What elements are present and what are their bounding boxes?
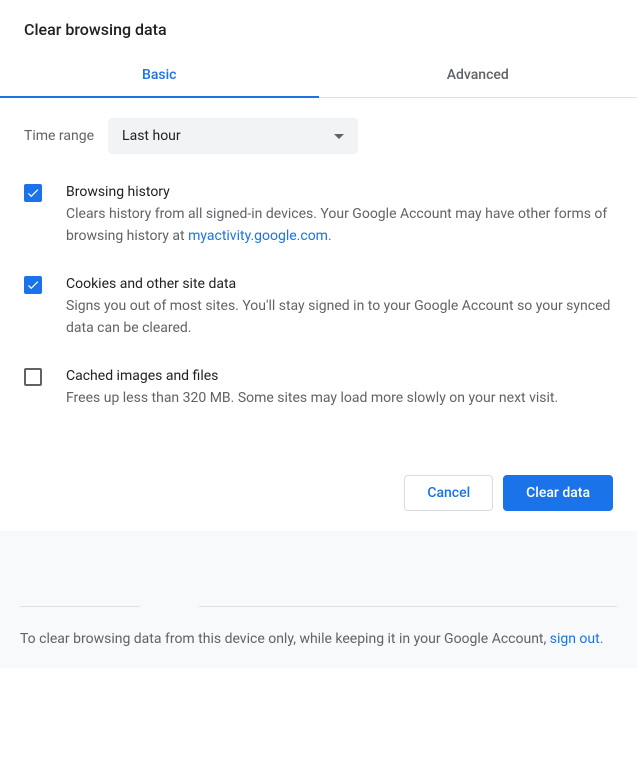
clear-browsing-data-dialog: Clear browsing data Basic Advanced Time … [0,0,637,668]
option-title: Cached images and files [66,366,613,387]
dialog-title: Clear browsing data [0,0,637,53]
option-description: Clears history from all signed-in device… [66,203,613,248]
option-cookies: Cookies and other site data Signs you ou… [24,274,613,340]
checkbox-browsing-history[interactable] [24,184,42,202]
time-range-row: Time range Last hour [24,118,613,154]
footer-text: To clear browsing data from this device … [20,628,617,650]
option-title: Browsing history [66,182,613,203]
clear-data-button[interactable]: Clear data [503,475,613,511]
footer-divider [20,606,617,607]
time-range-selected-value: Last hour [122,128,181,144]
sign-out-link[interactable]: sign out [550,631,600,647]
checkbox-cached[interactable] [24,368,42,386]
time-range-select[interactable]: Last hour [108,118,358,154]
time-range-label: Time range [24,128,94,144]
option-desc-prefix: Frees up less than 320 MB. Some sites ma… [66,390,558,406]
cancel-button[interactable]: Cancel [404,475,493,511]
option-desc-prefix: Clears history from all signed-in device… [66,206,607,244]
tab-basic[interactable]: Basic [0,53,319,97]
option-text: Cookies and other site data Signs you ou… [66,274,613,340]
dialog-content: Time range Last hour Browsing history Cl… [0,98,637,409]
option-description: Signs you out of most sites. You'll stay… [66,295,613,340]
checkbox-cookies[interactable] [24,276,42,294]
option-desc-suffix: . [328,228,332,244]
checkmark-icon [26,278,40,292]
footer-text-suffix: . [600,631,604,647]
myactivity-link[interactable]: myactivity.google.com [188,228,328,244]
option-text: Browsing history Clears history from all… [66,182,613,248]
button-row: Cancel Clear data [0,435,637,531]
checkmark-icon [26,186,40,200]
option-text: Cached images and files Frees up less th… [66,366,613,409]
option-desc-prefix: Signs you out of most sites. You'll stay… [66,298,610,336]
option-description: Frees up less than 320 MB. Some sites ma… [66,387,613,409]
footer: To clear browsing data from this device … [0,531,637,668]
tab-advanced[interactable]: Advanced [319,53,637,97]
option-cached: Cached images and files Frees up less th… [24,366,613,409]
option-browsing-history: Browsing history Clears history from all… [24,182,613,248]
tab-bar: Basic Advanced [0,53,637,98]
chevron-down-icon [334,128,344,144]
footer-text-prefix: To clear browsing data from this device … [20,631,550,647]
option-title: Cookies and other site data [66,274,613,295]
